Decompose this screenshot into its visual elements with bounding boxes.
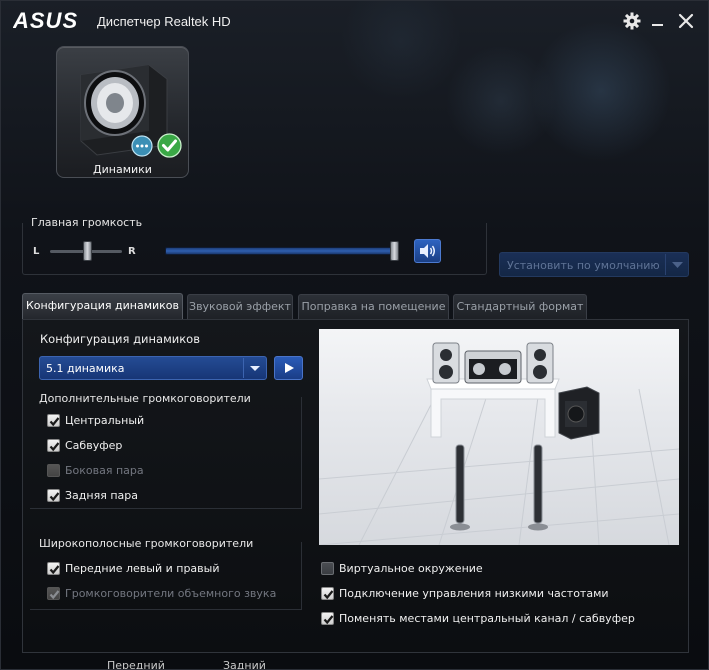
speaker-config-select[interactable]: 5.1 динамика (39, 356, 267, 380)
rear-panel-label: Задний (223, 659, 266, 670)
minimize-button[interactable] (648, 11, 668, 31)
speaker-config-value: 5.1 динамика (46, 362, 125, 375)
side-pair-label: Боковая пара (65, 464, 144, 477)
settings-gear-icon[interactable] (622, 11, 642, 31)
checkbox-checked-disabled-icon (47, 587, 60, 600)
set-default-dropdown[interactable]: Установить по умолчанию (499, 252, 689, 277)
device-label: Динамики (93, 163, 152, 176)
checkbox-checked-icon (47, 562, 60, 575)
subwoofer-label: Сабвуфер (65, 439, 123, 452)
speaker-preview-image (319, 329, 679, 545)
checkbox-unchecked-icon (321, 562, 334, 575)
master-volume-thumb[interactable] (390, 241, 399, 261)
device-tile-speakers[interactable]: Динамики (56, 46, 189, 178)
balance-right-label: R (128, 246, 136, 257)
swap-center-sub-label: Поменять местами центральный канал / саб… (339, 612, 635, 625)
title-bar: ASUS Диспетчер Realtek HD (1, 1, 708, 41)
volume-title: Главная громкость (31, 216, 143, 229)
center-speaker-label: Центральный (65, 414, 145, 427)
front-panel-label: Передний (107, 659, 165, 670)
front-left-right-label: Передние левый и правый (65, 562, 220, 575)
tab-sound-effect[interactable]: Звуковой эффект (187, 294, 293, 319)
chat-bubble-icon (131, 135, 153, 160)
optional-speakers-title: Дополнительные громкоговорители (39, 392, 251, 405)
rear-pair-label: Задняя пара (65, 489, 138, 502)
bass-management-label: Подключение управления низкими частотами (339, 587, 609, 600)
checkbox-checked-icon (321, 587, 334, 600)
master-volume-slider[interactable] (165, 247, 397, 255)
svg-text:ASUS: ASUS (13, 10, 78, 32)
tab-speaker-configuration[interactable]: Конфигурация динамиков (22, 293, 183, 320)
close-button[interactable] (676, 11, 696, 31)
chevron-down-icon (243, 358, 265, 378)
check-icon (157, 133, 182, 161)
checkbox-checked-icon (47, 439, 60, 452)
app-title: Диспетчер Realtek HD (97, 14, 231, 29)
surround-speakers-label: Громкоговорители объемного звука (65, 587, 277, 600)
speaker-volume-icon (420, 244, 435, 258)
checkbox-checked-icon (321, 612, 334, 625)
fullrange-speakers-title: Широкополосные громкоговорители (39, 537, 254, 550)
config-label: Конфигурация динамиков (40, 332, 200, 346)
asus-logo: ASUS (12, 8, 89, 35)
tab-room-correction[interactable]: Поправка на помещение (298, 294, 449, 319)
set-default-label: Установить по умолчанию (507, 259, 660, 272)
checkbox-checked-icon (47, 414, 60, 427)
balance-slider-thumb[interactable] (83, 241, 92, 261)
checkbox-checked-icon (47, 489, 60, 502)
virtual-surround-label: Виртуальное окружение (339, 562, 483, 575)
play-icon (285, 363, 294, 373)
balance-left-label: L (33, 246, 40, 257)
chevron-down-icon (665, 254, 688, 275)
mute-button[interactable] (414, 239, 441, 263)
realtek-window: ASUS Диспетчер Realtek HD Динамики Главн… (0, 0, 709, 670)
tab-default-format[interactable]: Стандартный формат (453, 294, 587, 319)
play-test-button[interactable] (274, 356, 303, 380)
checkbox-disabled-icon (47, 464, 60, 477)
